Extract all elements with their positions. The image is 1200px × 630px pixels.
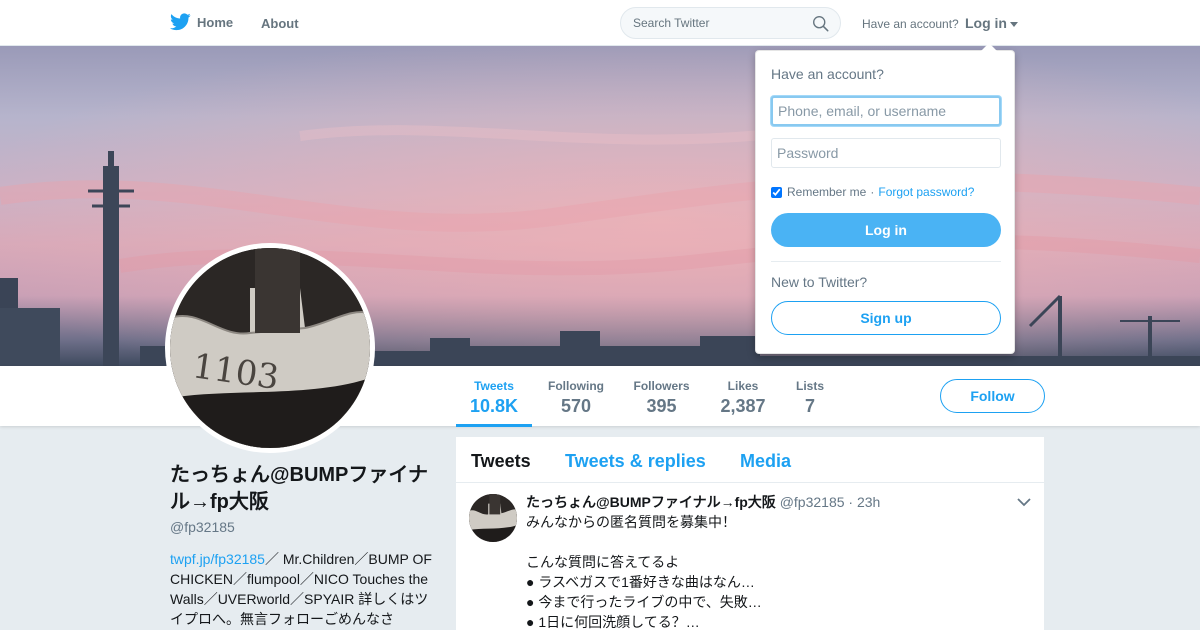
stat-lists-value: 7 xyxy=(804,396,815,416)
nav-home-label: Home xyxy=(197,14,234,30)
tab-media[interactable]: Media xyxy=(740,451,791,472)
tweet-line: みんなからの匿名質問を募集中！ xyxy=(526,514,736,530)
stat-tweets[interactable]: Tweets 10.8K xyxy=(456,379,532,427)
tweets-timeline: Tweets Tweets & replies Media たっちょん@BUMP… xyxy=(456,437,1044,630)
tweet-line: ● 今まで行ったライブの中で、失敗… xyxy=(526,594,762,610)
stat-following-value: 570 xyxy=(560,396,592,416)
remember-me-label[interactable]: Remember me xyxy=(787,185,866,199)
stat-following[interactable]: Following 570 xyxy=(548,379,604,417)
tab-tweets-and-replies[interactable]: Tweets & replies xyxy=(565,451,706,472)
stat-likes-label: Likes xyxy=(727,379,759,393)
stat-tweets-value: 10.8K xyxy=(470,396,519,416)
bio-link[interactable]: twpf.jp/fp32185 xyxy=(170,551,265,567)
tweet-item[interactable]: たっちょん@BUMPファイナル→fp大阪 @fp32185 · 23h みんなか… xyxy=(456,483,1044,630)
nav-about-link[interactable]: About xyxy=(261,16,299,31)
tweet-line xyxy=(526,532,1026,552)
separator-dot: · xyxy=(870,185,875,199)
login-dropdown-title: Have an account? xyxy=(771,66,884,82)
login-dropdown-toggle[interactable]: Log in xyxy=(965,15,1018,31)
caret-down-icon xyxy=(1010,21,1018,27)
username-field[interactable] xyxy=(771,96,1001,126)
remember-me-checkbox[interactable] xyxy=(771,186,782,198)
tweet-author-name[interactable]: たっちょん@BUMPファイナル→fp大阪 xyxy=(526,494,776,510)
avatar-image: 1103 xyxy=(170,248,370,448)
stat-following-label: Following xyxy=(548,379,604,393)
stat-lists-label: Lists xyxy=(795,379,824,393)
twitter-bird-icon xyxy=(170,13,191,31)
tweet-author-handle[interactable]: @fp32185 xyxy=(780,494,845,510)
stat-likes-value: 2,387 xyxy=(720,396,766,416)
stat-tweets-label: Tweets xyxy=(474,379,514,393)
tweet-dot-separator: · xyxy=(848,494,854,510)
tweet-avatar-image xyxy=(469,494,517,542)
tweet-header: たっちょん@BUMPファイナル→fp大阪 @fp32185 · 23h xyxy=(526,492,880,512)
forgot-password-link[interactable]: Forgot password? xyxy=(878,185,974,199)
login-link-label: Log in xyxy=(965,15,1007,31)
tweet-avatar[interactable] xyxy=(469,494,517,542)
top-navigation: Home About Have an account? Log in xyxy=(0,0,1200,46)
tweet-text: みんなからの匿名質問を募集中！ こんな質問に答えてるよ ● ラスベガスで1番好き… xyxy=(526,512,1026,630)
profile-bio: twpf.jp/fp32185／ Mr.Children／BUMP OF CHI… xyxy=(170,549,435,629)
password-field[interactable] xyxy=(771,138,1001,168)
search-box[interactable] xyxy=(620,7,841,39)
login-dropdown: Have an account? Remember me · Forgot pa… xyxy=(755,43,1015,354)
search-input[interactable] xyxy=(633,16,803,30)
remember-me-row: Remember me · Forgot password? xyxy=(771,185,974,199)
tweet-line: こんな質問に答えてるよ xyxy=(526,554,680,570)
profile-avatar[interactable]: 1103 xyxy=(165,243,375,453)
nav-home-link[interactable]: Home xyxy=(170,13,233,31)
profile-handle[interactable]: @fp32185 xyxy=(170,519,235,535)
chevron-down-icon[interactable] xyxy=(1017,497,1031,507)
stat-followers-label: Followers xyxy=(633,379,690,393)
tweet-timestamp[interactable]: 23h xyxy=(857,494,880,510)
have-account-text: Have an account? xyxy=(862,17,959,31)
dropdown-divider xyxy=(771,261,1001,262)
search-icon[interactable] xyxy=(812,15,829,32)
follow-button[interactable]: Follow xyxy=(940,379,1045,413)
login-button[interactable]: Log in xyxy=(771,213,1001,247)
tweet-line: ● 1日に何回洗顔してる？… xyxy=(526,614,700,630)
timeline-tabs: Tweets Tweets & replies Media xyxy=(456,437,1044,483)
tab-tweets[interactable]: Tweets xyxy=(471,451,531,472)
stat-followers[interactable]: Followers 395 xyxy=(633,379,690,417)
signup-button[interactable]: Sign up xyxy=(771,301,1001,335)
profile-name[interactable]: たっちょん@BUMPファイナル→fp大阪 xyxy=(170,462,440,516)
stat-likes[interactable]: Likes 2,387 xyxy=(720,379,766,417)
new-to-twitter-text: New to Twitter? xyxy=(771,274,868,290)
tweet-line: ● ラスベガスで1番好きな曲はなん… xyxy=(526,574,755,590)
stat-followers-value: 395 xyxy=(646,396,677,416)
stat-lists[interactable]: Lists 7 xyxy=(795,379,825,417)
